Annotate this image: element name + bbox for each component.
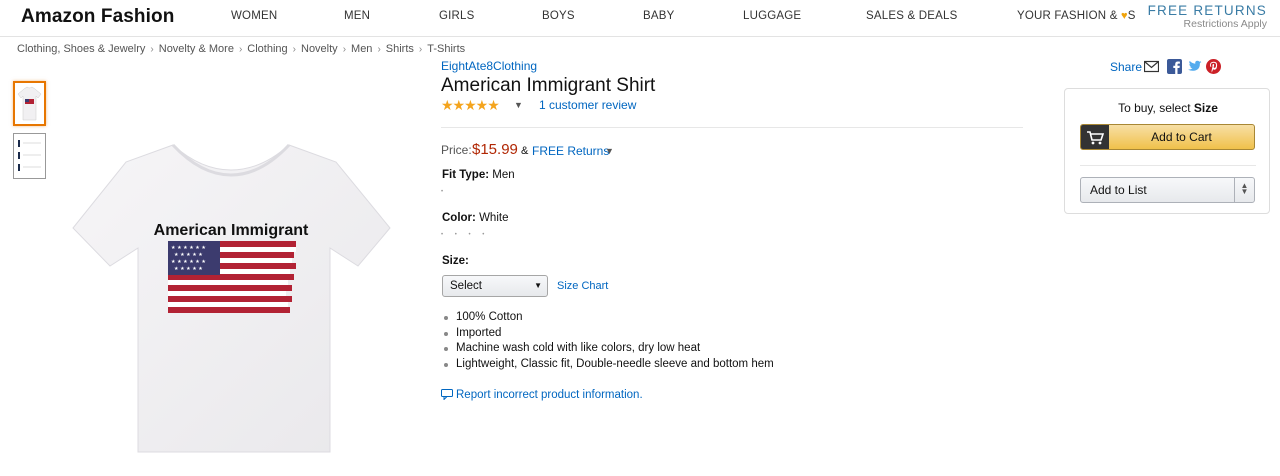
nav-men[interactable]: MEN (344, 10, 370, 22)
pinterest-icon[interactable] (1206, 59, 1221, 74)
color-row: Color: White (442, 212, 508, 224)
fit-swatch-icon[interactable]: • (441, 189, 448, 195)
thumbnail-front[interactable] (13, 81, 46, 126)
fit-type-row: Fit Type: Men (442, 169, 515, 181)
breadcrumb-item[interactable]: Clothing, Shoes & Jewelry (17, 43, 145, 55)
select-caret-icon: ▼ (534, 281, 542, 290)
bullet-text: Machine wash cold with like colors, dry … (456, 342, 701, 355)
size-chart-link[interactable]: Size Chart (557, 280, 608, 292)
nav-baby[interactable]: BABY (643, 10, 674, 22)
add-to-list-button[interactable]: Add to List ▲ ▼ (1080, 177, 1255, 203)
list-item: Machine wash cold with like colors, dry … (443, 342, 774, 358)
price-label: Price: (441, 143, 472, 157)
price-value: $15.99 (472, 141, 518, 158)
to-buy-instruction: To buy, select Size (1065, 101, 1271, 115)
breadcrumb-separator: › (150, 44, 154, 55)
add-to-list-label: Add to List (1090, 183, 1147, 197)
nav-your-fashion[interactable]: YOUR FASHION & ♥S (1017, 10, 1136, 22)
tshirt-image: American Immigrant ★ ★ ★ ★ ★ ★ ★ ★ ★ ★ ★… (72, 143, 391, 453)
add-to-cart-label: Add to Cart (1151, 130, 1212, 144)
add-to-list-dropdown-icon[interactable]: ▲ ▼ (1234, 178, 1254, 202)
your-fashion-suffix: S (1127, 10, 1136, 22)
breadcrumb-item[interactable]: Clothing (247, 43, 287, 55)
add-to-cart-button[interactable]: Add to Cart (1080, 124, 1255, 150)
nav-boys[interactable]: BOYS (542, 10, 575, 22)
thumbnail-shirt-icon (17, 86, 42, 121)
top-nav: Amazon Fashion WOMEN MEN GIRLS BOYS BABY… (0, 0, 1280, 37)
to-buy-size: Size (1193, 101, 1218, 115)
bullet-icon (444, 331, 448, 336)
divider (441, 127, 1023, 128)
bullet-text: 100% Cotton (456, 311, 523, 323)
size-label: Size: (442, 255, 469, 267)
list-item: Imported (443, 327, 774, 343)
breadcrumb-separator: › (292, 44, 296, 55)
divider (1080, 165, 1256, 166)
svg-text:★ ★ ★ ★ ★ ★: ★ ★ ★ ★ ★ ★ (171, 245, 206, 251)
svg-text:★ ★ ★ ★ ★: ★ ★ ★ ★ ★ (174, 266, 203, 272)
size-select-value: Select (450, 280, 482, 292)
svg-text:★ ★ ★ ★ ★: ★ ★ ★ ★ ★ (174, 252, 203, 258)
svg-text:★ ★ ★ ★ ★ ★: ★ ★ ★ ★ ★ ★ (171, 259, 206, 265)
breadcrumb-item[interactable]: Men (351, 43, 372, 55)
nav-women[interactable]: WOMEN (231, 10, 277, 22)
breadcrumb-item[interactable]: Shirts (386, 43, 414, 55)
feedback-icon (441, 389, 453, 401)
buy-box: To buy, select Size Add to Cart Add to L… (1064, 88, 1270, 214)
bullet-icon (444, 316, 448, 320)
bullet-text: Lightweight, Classic fit, Double-needle … (456, 357, 774, 370)
bullet-text: Imported (456, 326, 502, 339)
nav-girls[interactable]: GIRLS (439, 10, 475, 22)
breadcrumb-item[interactable]: Novelty (301, 43, 338, 55)
breadcrumb-separator: › (238, 44, 243, 55)
feature-bullets: 100% Cotton Imported Machine wash cold w… (443, 311, 774, 373)
size-label-text: Size: (442, 255, 469, 267)
free-returns-dropdown-icon[interactable]: ▼ (605, 146, 614, 156)
rating-dropdown-icon[interactable]: ▼ (514, 100, 523, 110)
breadcrumb-item[interactable]: T-Shirts (427, 43, 465, 55)
list-item: Lightweight, Classic fit, Double-needle … (443, 358, 774, 374)
brand-link[interactable]: EightAte8Clothing (441, 59, 537, 73)
amazon-fashion-logo[interactable]: Amazon Fashion (21, 6, 174, 28)
breadcrumb: Clothing, Shoes & Jewelry › Novelty & More… (17, 43, 465, 55)
product-main-image[interactable]: American Immigrant ★ ★ ★ ★ ★ ★ ★ ★ ★ ★ ★… (68, 140, 394, 456)
nav-luggage[interactable]: LUGGAGE (743, 10, 801, 22)
breadcrumb-separator: › (418, 44, 423, 55)
shirt-print-text: American Immigrant (154, 222, 309, 239)
restrictions-apply: Restrictions Apply (1183, 18, 1267, 30)
cart-icon (1081, 125, 1109, 149)
bullet-icon (444, 347, 448, 352)
report-text: Report incorrect product information. (456, 389, 643, 401)
nav-sales-deals[interactable]: SALES & DEALS (866, 10, 957, 22)
color-value: White (479, 212, 509, 224)
report-incorrect-info-link[interactable]: Report incorrect product information. (441, 389, 643, 401)
to-buy-prefix: To buy, select (1118, 101, 1191, 115)
list-item: 100% Cotton (443, 311, 774, 327)
breadcrumb-separator: › (342, 44, 347, 55)
thumbnail-size-chart-icon (18, 140, 41, 171)
facebook-icon[interactable] (1167, 59, 1182, 74)
product-title: American Immigrant Shirt (441, 75, 656, 96)
heart-icon: ♥ (1120, 10, 1128, 22)
your-fashion-label: YOUR FASHION & (1017, 10, 1118, 22)
free-returns-link[interactable]: FREE Returns (532, 144, 609, 158)
twitter-icon[interactable] (1187, 59, 1202, 74)
breadcrumb-item[interactable]: Novelty & More (159, 43, 234, 55)
free-returns-banner[interactable]: FREE RETURNS Restrictions Apply (1148, 3, 1267, 30)
breadcrumb-separator: › (377, 44, 381, 55)
us-flag-graphic: ★ ★ ★ ★ ★ ★ ★ ★ ★ ★ ★ ★ ★ ★ ★ ★ ★ ★ ★ ★ … (168, 241, 296, 313)
customer-review-link[interactable]: 1 customer review (539, 98, 636, 112)
fit-type-label: Fit Type: (442, 169, 490, 181)
star-rating[interactable]: ★★★★★ (441, 97, 500, 114)
email-icon[interactable] (1144, 59, 1159, 74)
size-select[interactable]: Select ▼ (442, 275, 548, 297)
color-swatches-icon[interactable]: • • • • (441, 232, 489, 238)
free-returns-title: FREE RETURNS (1147, 3, 1267, 18)
share-label[interactable]: Share (1110, 60, 1142, 74)
color-label: Color: (442, 212, 476, 224)
thumbnail-size-chart[interactable] (13, 133, 46, 179)
fit-type-value: Men (492, 169, 515, 181)
price-ampersand: & (521, 145, 529, 157)
bullet-icon (444, 362, 448, 367)
